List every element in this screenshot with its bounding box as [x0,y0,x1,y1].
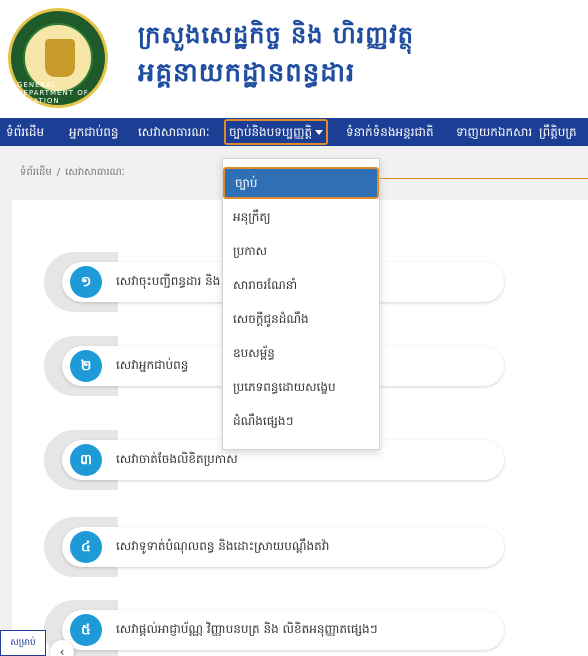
service-label: សេវាអ្នកជាប់ពន្ធ [116,358,189,372]
seal-emblem-icon [45,39,75,77]
nav-item-taxpayers[interactable]: អ្នកជាប់ពន្ធ [69,118,119,146]
side-tab[interactable]: សម្រាប់ [0,630,46,656]
dropdown-item-notification[interactable]: សេចក្តីជូនដំណឹង [223,303,379,335]
service-number-badge: ៥ [70,614,102,646]
service-label: សេវាចុះបញ្ជីពន្ធដារ និង [116,274,221,288]
service-item[interactable]: ៥ សេវាផ្តល់អាជ្ញាប័ណ្ណ វិញ្ញាបនបត្រ និង … [44,600,504,656]
service-number-badge: ៤ [70,531,102,563]
dropdown-item-annex[interactable]: ឧបសម្ព័ន្ធ [223,337,379,369]
nav-item-laws-regulations[interactable]: ច្បាប់និងបទប្បញ្ញត្តិ [224,119,329,145]
nav-item-home[interactable]: ទំព័រដើម [6,118,44,146]
nav-item-international-relations[interactable]: ទំនាក់ទំនងអន្តរជាតិ [346,118,434,146]
breadcrumb-current: សេវាសាធារណៈ [65,167,125,178]
nav-item-laws-regulations-label: ច្បាប់និងបទប្បញ្ញត្តិ [229,125,313,139]
department-name: អគ្គនាយកដ្ឋានពន្ធដារ [138,58,356,88]
main-nav: ទំព័រដើម អ្នកជាប់ពន្ធ សេវាសាធារណៈ ច្បាប់… [0,118,588,146]
service-number-badge: ២ [70,350,102,382]
service-label: សេវាទូទាត់បំណុលពន្ធ និងដោះស្រាយបណ្តឹងតវ៉… [116,539,330,553]
service-label: សេវាផ្តល់អាជ្ញាប័ណ្ណ វិញ្ញាបនបត្រ និង លិ… [116,622,378,636]
service-number-badge: ៣ [70,444,102,476]
chevron-left-icon: ‹ [59,645,65,656]
nav-item-downloads[interactable]: ទាញយកឯកសារ [456,118,532,146]
dropdown-item-prakas[interactable]: ប្រកាស [223,235,379,267]
breadcrumb-separator: / [56,167,61,178]
dropdown-item-sub-decree[interactable]: អនុក្រឹត្យ [223,201,379,233]
breadcrumb-home[interactable]: ទំព័រដើម [20,167,52,178]
dropdown-item-circular[interactable]: សារាចរណែនាំ [223,269,379,301]
dropdown-item-law[interactable]: ច្បាប់ [223,167,379,199]
dropdown-item-other-notices[interactable]: ដំណឹងផ្សេងៗ [223,405,379,437]
dropdown-item-tax-types-summary[interactable]: ប្រភេទពន្ធដោយសង្ខេប [223,371,379,403]
annotation-line [380,178,588,179]
seal-text: GENERAL DEPARTMENT OF TAXATION [17,81,89,105]
site-header: GENERAL DEPARTMENT OF TAXATION ក្រសួងសេដ… [0,0,588,118]
chevron-down-icon [315,130,324,135]
service-label: សេវាចាត់ចែងលិខិតប្រកាស [116,452,238,466]
breadcrumb: ទំព័រដើម / សេវាសាធារណៈ [20,165,125,180]
nav-item-bulletin[interactable]: ព្រឹត្តិបត្រ [539,118,577,146]
service-number-badge: ១ [70,266,102,298]
ministry-name: ក្រសួងសេដ្ឋកិច្ច និង ហិរញ្ញវត្ថុ [138,21,414,49]
department-seal-logo[interactable]: GENERAL DEPARTMENT OF TAXATION [8,8,108,108]
service-item[interactable]: ៤ សេវាទូទាត់បំណុលពន្ធ និងដោះស្រាយបណ្តឹងត… [44,517,504,577]
laws-dropdown-menu: ច្បាប់ អនុក្រឹត្យ ប្រកាស សារាចរណែនាំ សេច… [222,158,380,450]
nav-item-public-services[interactable]: សេវាសាធារណៈ [138,118,210,146]
